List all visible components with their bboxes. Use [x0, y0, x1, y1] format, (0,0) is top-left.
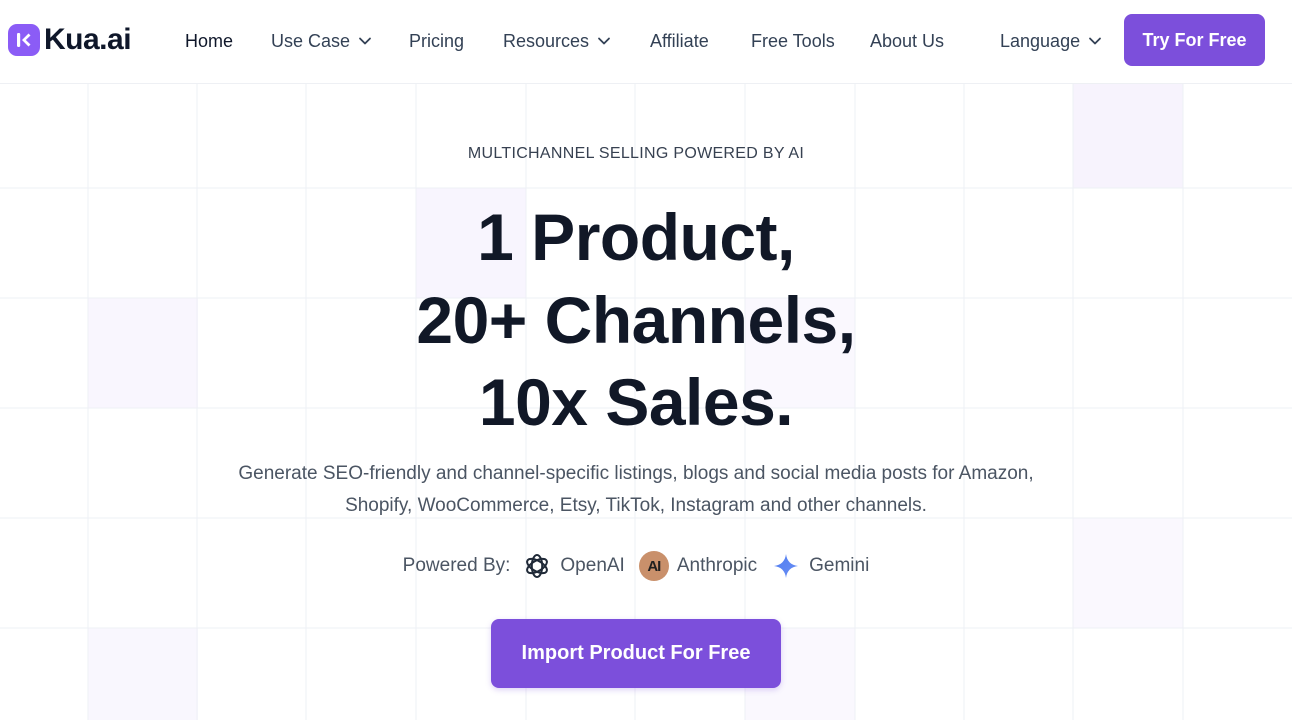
- headline-line-1: 1 Product,: [477, 200, 795, 274]
- subtitle-line-2: Shopify, WooCommerce, Etsy, TikTok, Inst…: [345, 495, 927, 516]
- provider-openai: OpenAI: [522, 551, 625, 581]
- nav-pricing[interactable]: Pricing: [409, 28, 464, 54]
- import-product-button[interactable]: Import Product For Free: [491, 619, 781, 688]
- try-for-free-button[interactable]: Try For Free: [1124, 14, 1265, 66]
- nav-resources-label: Resources: [503, 30, 590, 51]
- nav-home-label: Home: [185, 30, 234, 51]
- chevron-down-icon: [598, 37, 610, 45]
- powered-by-row: Powered By: OpenAI AI Anthropic Gemini: [0, 550, 1272, 582]
- openai-label: OpenAI: [560, 555, 625, 576]
- provider-gemini: Gemini: [771, 551, 869, 581]
- chevron-down-icon: [359, 37, 371, 45]
- hero-subtitle: Generate SEO-friendly and channel-specif…: [226, 458, 1046, 522]
- nav-affiliate[interactable]: Affiliate: [650, 28, 709, 54]
- language-label: Language: [1000, 30, 1081, 51]
- anthropic-icon: AI: [638, 551, 669, 581]
- headline-line-2: 20+ Channels,: [416, 283, 856, 357]
- hero-eyebrow: MULTICHANNEL SELLING POWERED BY AI: [467, 145, 805, 162]
- gemini-sparkle-icon: [771, 551, 801, 581]
- subtitle-line-1: Generate SEO-friendly and channel-specif…: [238, 463, 1034, 484]
- anthropic-badge: AI: [638, 551, 669, 581]
- nav-affiliate-label: Affiliate: [650, 30, 709, 51]
- nav-home[interactable]: Home: [185, 28, 233, 54]
- hero-section: MULTICHANNEL SELLING POWERED BY AI 1 Pro…: [0, 84, 1292, 720]
- logo-text: Kua.ai: [44, 23, 132, 56]
- site-header: Kua.ai Home Use Case Pricing Resources A…: [0, 0, 1292, 84]
- logo[interactable]: Kua.ai: [8, 23, 132, 57]
- gemini-label: Gemini: [809, 555, 870, 576]
- nav-use-case[interactable]: Use Case: [271, 28, 372, 54]
- nav-free-tools-label: Free Tools: [751, 30, 835, 51]
- powered-by-label: Powered By:: [402, 555, 511, 576]
- headline-line-3: 10x Sales.: [478, 365, 794, 439]
- chevron-down-icon: [1089, 37, 1101, 45]
- nav-about-us-label: About Us: [870, 30, 945, 51]
- provider-anthropic: AI Anthropic: [638, 551, 758, 581]
- nav-pricing-label: Pricing: [409, 30, 465, 51]
- nav-use-case-label: Use Case: [271, 30, 351, 51]
- nav-free-tools[interactable]: Free Tools: [751, 28, 835, 54]
- anthropic-label: Anthropic: [676, 555, 758, 576]
- language-selector[interactable]: Language: [1000, 28, 1102, 54]
- nav-about-us[interactable]: About Us: [870, 28, 944, 54]
- openai-icon: [522, 551, 552, 581]
- kua-logo-icon: [8, 24, 40, 56]
- nav-resources[interactable]: Resources: [503, 28, 611, 54]
